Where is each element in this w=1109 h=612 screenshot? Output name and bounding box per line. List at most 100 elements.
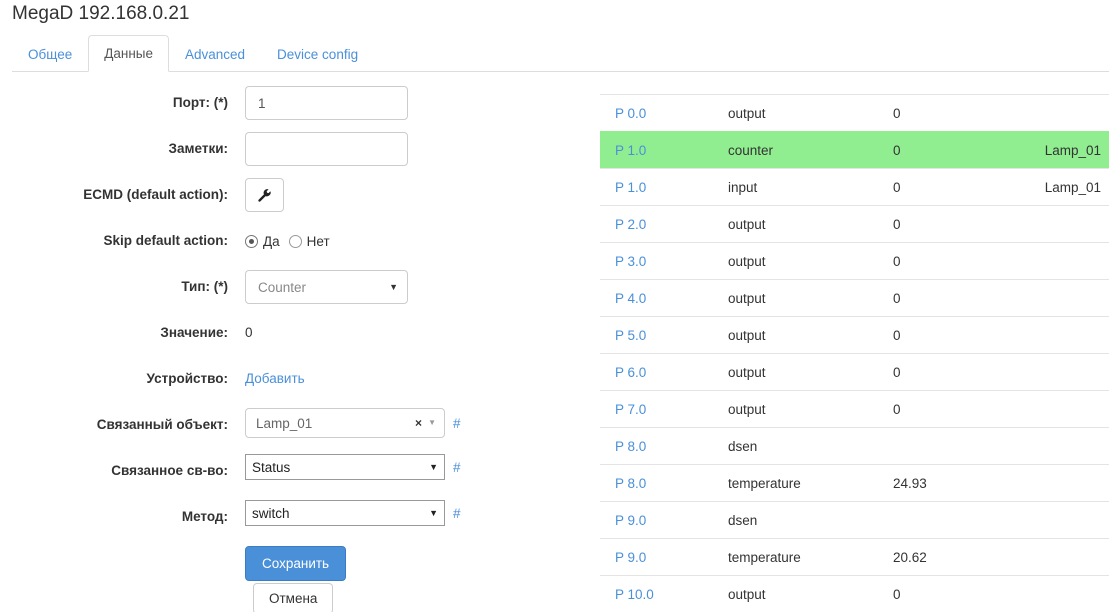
linked-object-value: Lamp_01	[256, 416, 312, 431]
port-link[interactable]: P 2.0	[608, 217, 646, 232]
port-type: output	[720, 280, 885, 317]
table-row[interactable]: P 3.0 output 0	[600, 243, 1109, 280]
skip-default-action-radio-group: Да Нет	[245, 224, 339, 258]
port-object: Lamp_01	[1005, 132, 1109, 169]
form-row-linked-property: Связанное св-во: Status ▼ #	[0, 454, 560, 488]
linked-property-select[interactable]: Status	[245, 454, 445, 480]
port-value: 0	[885, 391, 1005, 428]
table-row[interactable]: P 7.0 output 0	[600, 391, 1109, 428]
port-link[interactable]: P 4.0	[608, 291, 646, 306]
tab-obshchee[interactable]: Общее	[12, 36, 88, 72]
port-value: 0	[885, 169, 1005, 206]
method-hash-link[interactable]: #	[453, 506, 461, 521]
port-type: input	[720, 169, 885, 206]
notes-input[interactable]	[245, 132, 408, 166]
device-label: Устройство:	[0, 362, 245, 396]
linked-object-label: Связанный объект:	[0, 408, 245, 442]
port-object	[1005, 95, 1109, 132]
radio-option-yes[interactable]: Да	[245, 234, 280, 249]
method-select[interactable]: switch	[245, 500, 445, 526]
port-value: 24.93	[885, 465, 1005, 502]
port-type: output	[720, 95, 885, 132]
port-link[interactable]: P 10.0	[608, 587, 654, 602]
table-row[interactable]: P 10.0 output 0	[600, 576, 1109, 612]
form-row-notes: Заметки:	[0, 132, 560, 166]
port-value: 0	[885, 132, 1005, 169]
form-row-value: Значение: 0	[0, 316, 560, 350]
port-object	[1005, 428, 1109, 465]
form-row-device: Устройство: Добавить	[0, 362, 560, 396]
tab-device-config[interactable]: Device config	[261, 36, 374, 72]
port-object	[1005, 391, 1109, 428]
linked-property-select-wrapper: Status ▼	[245, 454, 445, 480]
ports-table: P 0.0 output 0 P 1.0 counter 0 Lamp_01 P…	[600, 94, 1109, 612]
port-type: dsen	[720, 502, 885, 539]
port-object	[1005, 317, 1109, 354]
port-object	[1005, 354, 1109, 391]
linked-property-hash-link[interactable]: #	[453, 460, 461, 475]
port-object	[1005, 206, 1109, 243]
radio-label-no: Нет	[307, 234, 330, 249]
port-object	[1005, 243, 1109, 280]
port-link[interactable]: P 6.0	[608, 365, 646, 380]
port-value: 0	[885, 354, 1005, 391]
tab-advanced[interactable]: Advanced	[169, 36, 261, 72]
port-link[interactable]: P 7.0	[608, 402, 646, 417]
save-button[interactable]: Сохранить	[245, 546, 346, 581]
port-type: output	[720, 576, 885, 612]
table-row[interactable]: P 9.0 dsen	[600, 502, 1109, 539]
port-settings-form: Порт: (*) Заметки: ECMD (default action)…	[0, 86, 560, 612]
port-value: 0	[885, 317, 1005, 354]
port-type: temperature	[720, 539, 885, 576]
port-link[interactable]: P 9.0	[608, 513, 646, 528]
clear-icon[interactable]: ×	[415, 417, 422, 429]
port-value: 0	[885, 576, 1005, 612]
skip-default-action-label: Skip default action:	[0, 224, 245, 258]
radio-dot-no	[289, 235, 302, 248]
table-row[interactable]: P 8.0 dsen	[600, 428, 1109, 465]
port-link[interactable]: P 1.0	[608, 180, 646, 195]
table-row[interactable]: P 0.0 output 0	[600, 95, 1109, 132]
port-value: 0	[885, 206, 1005, 243]
table-row[interactable]: P 1.0 counter 0 Lamp_01	[600, 132, 1109, 169]
port-link[interactable]: P 5.0	[608, 328, 646, 343]
port-link[interactable]: P 8.0	[608, 439, 646, 454]
port-input[interactable]	[245, 86, 408, 120]
table-row[interactable]: P 6.0 output 0	[600, 354, 1109, 391]
type-select[interactable]: Counter	[245, 270, 408, 304]
port-value	[885, 502, 1005, 539]
port-label: Порт: (*)	[0, 86, 245, 120]
port-type: counter	[720, 132, 885, 169]
port-link[interactable]: P 3.0	[608, 254, 646, 269]
ecmd-wrench-button[interactable]	[245, 178, 284, 212]
form-row-ecmd: ECMD (default action):	[0, 178, 560, 212]
ports-table-body: P 0.0 output 0 P 1.0 counter 0 Lamp_01 P…	[600, 95, 1109, 612]
type-select-wrapper: Counter ▼	[245, 270, 408, 304]
table-row[interactable]: P 1.0 input 0 Lamp_01	[600, 169, 1109, 206]
port-object: Lamp_01	[1005, 169, 1109, 206]
add-device-link[interactable]: Добавить	[245, 362, 305, 396]
port-link[interactable]: P 9.0	[608, 550, 646, 565]
table-row[interactable]: P 2.0 output 0	[600, 206, 1109, 243]
tab-bar: Общее Данные Advanced Device config	[12, 36, 1109, 72]
table-row[interactable]: P 9.0 temperature 20.62	[600, 539, 1109, 576]
port-link[interactable]: P 0.0	[608, 106, 646, 121]
radio-option-no[interactable]: Нет	[289, 234, 330, 249]
form-row-port: Порт: (*)	[0, 86, 560, 120]
port-object	[1005, 576, 1109, 612]
linked-object-select2[interactable]: Lamp_01 × ▼	[245, 408, 445, 438]
cancel-button[interactable]: Отмена	[253, 583, 333, 612]
radio-label-yes: Да	[263, 234, 280, 249]
wrench-icon	[257, 188, 272, 203]
table-row[interactable]: P 4.0 output 0	[600, 280, 1109, 317]
form-row-type: Тип: (*) Counter ▼	[0, 270, 560, 304]
port-link[interactable]: P 8.0	[608, 476, 646, 491]
table-row[interactable]: P 8.0 temperature 24.93	[600, 465, 1109, 502]
port-link[interactable]: P 1.0	[608, 143, 646, 158]
linked-object-hash-link[interactable]: #	[453, 416, 461, 431]
table-row[interactable]: P 5.0 output 0	[600, 317, 1109, 354]
port-value	[885, 428, 1005, 465]
form-row-linked-object: Связанный объект: Lamp_01 × ▼ #	[0, 408, 560, 442]
tab-dannye[interactable]: Данные	[88, 35, 169, 72]
port-value: 20.62	[885, 539, 1005, 576]
